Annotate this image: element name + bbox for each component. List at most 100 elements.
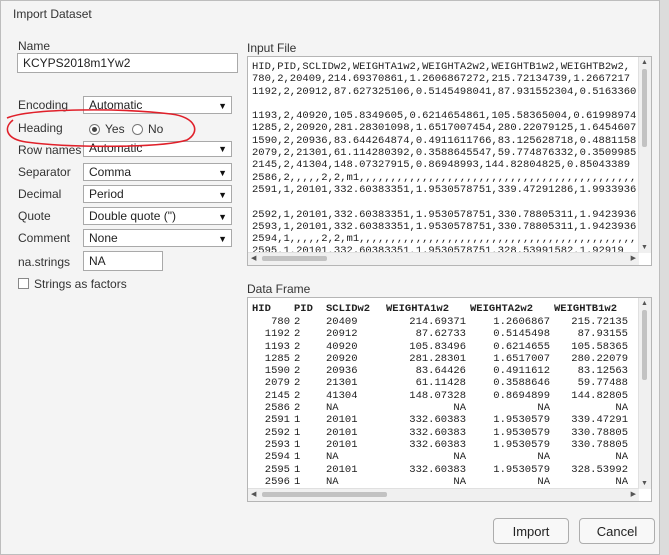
table-cell: 1285 xyxy=(264,352,290,365)
scroll-thumb[interactable] xyxy=(642,310,647,380)
input-file-label: Input File xyxy=(247,41,297,55)
table-cell: 2145 xyxy=(264,389,290,402)
column-header: WEIGHTA2w2 xyxy=(470,302,534,315)
data-frame-table: HID PID SCLIDw2 WEIGHTA1w2 WEIGHTA2w2 WEIGHTB… xyxy=(250,302,630,500)
scroll-thumb[interactable] xyxy=(262,256,327,261)
chevron-down-icon: ▼ xyxy=(218,212,227,222)
vertical-scrollbar[interactable]: ▲ ▼ xyxy=(638,57,651,253)
table-cell: 1 xyxy=(294,438,301,451)
input-file-panel[interactable]: HID,PID,SCLIDw2,WEIGHTA1w2,WEIGHTA2w2,WE… xyxy=(247,56,652,266)
table-row: 2592 1 20101 332.60383 1.9530579 330.78805 xyxy=(250,427,630,439)
column-header: SCLIDw2 xyxy=(326,302,371,315)
table-cell: NA xyxy=(615,402,628,415)
vertical-scrollbar[interactable]: ▲ ▼ xyxy=(638,298,651,489)
decimal-select[interactable]: Period ▼ xyxy=(83,185,232,203)
table-cell: 1 xyxy=(294,463,301,476)
scroll-up-icon[interactable]: ▲ xyxy=(641,59,648,66)
scroll-left-icon[interactable]: ◀ xyxy=(251,254,256,262)
table-cell: 2 xyxy=(294,389,301,402)
na-strings-input[interactable]: NA xyxy=(83,251,163,271)
chevron-down-icon: ▼ xyxy=(218,144,227,154)
table-cell: 1.2606867 xyxy=(493,316,550,328)
scroll-down-icon[interactable]: ▼ xyxy=(641,244,648,251)
input-file-line: 2593,1,20101,332.60383351,1.9530578751,3… xyxy=(252,220,637,233)
table-row: 2595 1 20101 332.60383 1.9530579 328.53992 xyxy=(250,464,630,476)
cancel-button[interactable]: Cancel xyxy=(579,518,655,544)
table-cell: NA xyxy=(615,451,628,464)
table-cell: 2596 xyxy=(264,475,290,488)
horizontal-scrollbar[interactable]: ◀ ▶ xyxy=(248,252,639,265)
scroll-right-icon[interactable]: ▶ xyxy=(631,254,636,262)
table-cell: 330.78805 xyxy=(571,438,628,451)
name-input[interactable]: KCYPS2018m1Yw2 xyxy=(17,53,238,73)
table-row: 2596 1 NA NA NA NA xyxy=(250,476,630,488)
scroll-left-icon[interactable]: ◀ xyxy=(251,490,256,498)
table-cell: 87.62733 xyxy=(415,328,466,341)
table-cell: 1.9530579 xyxy=(493,426,550,439)
input-file-line xyxy=(252,196,637,208)
table-cell: 20101 xyxy=(326,438,358,451)
table-cell: 1 xyxy=(294,451,301,464)
comment-select[interactable]: None ▼ xyxy=(83,229,232,247)
quote-label: Quote xyxy=(18,209,51,223)
input-file-line: 1193,2,40920,105.8349605,0.6214654861,10… xyxy=(252,110,637,123)
table-cell: 215.72135 xyxy=(571,316,628,328)
table-cell: 20101 xyxy=(326,463,358,476)
table-cell: NA xyxy=(453,475,466,488)
table-cell: 780 xyxy=(271,316,290,328)
import-button[interactable]: Import xyxy=(493,518,569,544)
decimal-value: Period xyxy=(89,187,124,201)
table-cell: 1192 xyxy=(264,328,290,341)
scroll-down-icon[interactable]: ▼ xyxy=(641,480,648,487)
table-cell: 1.9530579 xyxy=(493,414,550,427)
input-file-line xyxy=(252,98,637,110)
table-cell: 1590 xyxy=(264,365,290,378)
input-file-line: 2592,1,20101,332.60383351,1.9530578751,3… xyxy=(252,208,637,221)
table-cell: 2 xyxy=(294,352,301,365)
red-annotation-ellipse xyxy=(6,109,196,148)
table-row: 1285 2 20920 281.28301 1.6517007 280.22079 xyxy=(250,353,630,365)
quote-value: Double quote (") xyxy=(89,209,176,223)
table-cell: NA xyxy=(453,402,466,415)
chevron-down-icon: ▼ xyxy=(218,234,227,244)
table-cell: 332.60383 xyxy=(409,463,466,476)
separator-value: Comma xyxy=(89,165,132,179)
table-cell: 2592 xyxy=(264,426,290,439)
table-cell: 144.82805 xyxy=(571,389,628,402)
input-file-line: 1590,2,20936,83.644264874,0.4911611766,8… xyxy=(252,134,637,147)
table-cell: 280.22079 xyxy=(571,352,628,365)
table-cell: 105.83496 xyxy=(409,340,466,353)
data-frame-panel[interactable]: HID PID SCLIDw2 WEIGHTA1w2 WEIGHTA2w2 WEIGHTB… xyxy=(247,297,652,502)
strings-as-factors-checkbox[interactable] xyxy=(18,278,29,289)
table-cell: 2586 xyxy=(264,402,290,415)
table-row: 2586 2 NA NA NA NA xyxy=(250,402,630,414)
separator-select[interactable]: Comma ▼ xyxy=(83,163,232,181)
name-label: Name xyxy=(18,39,51,53)
scroll-up-icon[interactable]: ▲ xyxy=(641,300,648,307)
chevron-down-icon: ▼ xyxy=(218,101,227,111)
horizontal-scrollbar[interactable]: ◀ ▶ xyxy=(248,488,639,501)
scroll-thumb[interactable] xyxy=(262,492,387,497)
table-cell: 20101 xyxy=(326,426,358,439)
table-row: 2145 2 41304 148.07328 0.8694899 144.82805 xyxy=(250,390,630,402)
input-file-line: 2591,1,20101,332.60383351,1.9530578751,3… xyxy=(252,183,637,196)
table-cell: 2595 xyxy=(264,463,290,476)
scroll-right-icon[interactable]: ▶ xyxy=(631,490,636,498)
table-cell: 87.93155 xyxy=(577,328,628,341)
table-row: 1590 2 20936 83.64426 0.4911612 83.12563 xyxy=(250,365,630,377)
table-cell: NA xyxy=(537,451,550,464)
comment-label: Comment xyxy=(18,231,71,245)
table-cell: NA xyxy=(537,475,550,488)
table-cell: 40920 xyxy=(326,340,358,353)
scroll-thumb[interactable] xyxy=(642,69,647,147)
comment-value: None xyxy=(89,231,118,245)
table-cell: 20936 xyxy=(326,365,358,378)
table-cell: 2079 xyxy=(264,377,290,390)
table-cell: 0.8694899 xyxy=(493,389,550,402)
quote-select[interactable]: Double quote (") ▼ xyxy=(83,207,232,225)
table-cell: 83.64426 xyxy=(415,365,466,378)
table-cell: 20920 xyxy=(326,352,358,365)
table-cell: NA xyxy=(326,402,339,415)
table-cell: 339.47291 xyxy=(571,414,628,427)
table-cell: 1.6517007 xyxy=(493,352,550,365)
